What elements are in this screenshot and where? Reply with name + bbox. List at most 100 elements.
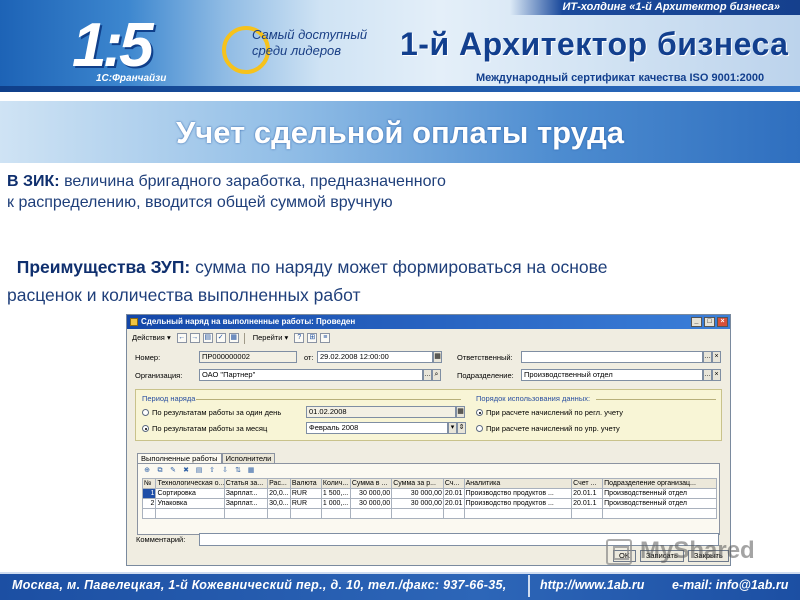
- works-table: № Технологическая о... Статья за... Рас.…: [141, 478, 717, 519]
- responsible-clear-icon[interactable]: ×: [712, 351, 721, 363]
- month-dropdown-icon[interactable]: ▾: [448, 422, 457, 434]
- day-calendar-icon[interactable]: ▦: [456, 406, 465, 418]
- minimize-button[interactable]: _: [691, 317, 702, 327]
- window-title: Сдельный наряд на выполненные работы: Пр…: [141, 317, 356, 326]
- sort-icon[interactable]: ⇅: [233, 466, 243, 475]
- calendar-icon[interactable]: ▦: [433, 351, 442, 363]
- franchise-label: 1С:Франчайзи: [96, 73, 167, 84]
- zup-text: сумма по наряду может формироваться на о…: [190, 257, 608, 277]
- watermark: MyShared: [606, 535, 766, 571]
- document-icon: [130, 318, 138, 326]
- col-header[interactable]: Счет ...: [571, 478, 604, 489]
- period-day-radio[interactable]: [142, 409, 149, 416]
- col-header[interactable]: Статья за...: [223, 478, 269, 489]
- add-row-icon[interactable]: ⊕: [142, 466, 152, 475]
- col-header[interactable]: Рас...: [267, 478, 291, 489]
- org-select-icon[interactable]: …: [423, 369, 432, 381]
- delete-row-icon[interactable]: ✖: [181, 466, 191, 475]
- period-month-field[interactable]: Февраль 2008: [306, 422, 448, 434]
- table-row[interactable]: 2 Упаковка Зарплат... 30,0... RUR 1 000,…: [141, 498, 717, 509]
- month-spin-icon[interactable]: ⇕: [457, 422, 466, 434]
- toolbar-separator: [243, 332, 245, 344]
- cell: RUR: [289, 488, 322, 499]
- company-logo: 1:5: [72, 14, 270, 78]
- usage-group-line: [596, 399, 716, 400]
- period-day-field[interactable]: 01.02.2008: [306, 406, 456, 418]
- col-header[interactable]: Аналитика: [463, 478, 573, 489]
- cell: 30 000,00: [349, 498, 393, 509]
- forward-icon[interactable]: →: [189, 333, 200, 343]
- responsible-field[interactable]: [521, 351, 703, 363]
- cell: Зарплат...: [223, 488, 269, 499]
- cell: 30,0...: [267, 498, 291, 509]
- dept-select-icon[interactable]: …: [703, 369, 712, 381]
- org-field[interactable]: ОАО "Партнер": [199, 369, 423, 381]
- watermark-text: MyShared: [640, 537, 755, 564]
- help-icon[interactable]: ?: [294, 333, 305, 343]
- footer-divider: [0, 572, 800, 574]
- col-header[interactable]: Подразделение организац...: [602, 478, 717, 489]
- copy-row-icon[interactable]: ⧉: [155, 466, 165, 475]
- goto-menu[interactable]: Перейти ▾: [250, 332, 292, 344]
- window-toolbar: Действия ▾ ← → ▤ ✓ ▦ Перейти ▾ ? ⊞ ≡: [129, 331, 728, 345]
- col-header[interactable]: Валюта: [289, 478, 322, 489]
- edit-row-icon[interactable]: ✎: [168, 466, 178, 475]
- completed-works-panel: ⊕ ⧉ ✎ ✖ ▤ ⇧ ⇩ ⇅ ▦ № Технологическая о...…: [137, 463, 720, 535]
- table-row-empty[interactable]: [141, 508, 717, 519]
- cell: 30 000,00: [349, 488, 393, 499]
- org-search-icon[interactable]: ⌕: [432, 369, 441, 381]
- close-window-button[interactable]: ×: [717, 317, 728, 327]
- usage-upr-radio[interactable]: [476, 425, 483, 432]
- responsible-select-icon[interactable]: …: [703, 351, 712, 363]
- org-label: Организация:: [135, 371, 183, 380]
- move-down-icon[interactable]: ⇩: [220, 466, 230, 475]
- cell: 20.01: [442, 488, 465, 499]
- cell: Упаковка: [155, 498, 225, 509]
- col-header[interactable]: Сумма за р...: [391, 478, 444, 489]
- usage-regl-label: При расчете начислений по регл. учету: [486, 408, 624, 417]
- responsible-label: Ответственный:: [457, 353, 513, 362]
- move-up-icon[interactable]: ⇧: [207, 466, 217, 475]
- dept-clear-icon[interactable]: ×: [712, 369, 721, 381]
- certificate-text: Международный сертификат качества ISO 90…: [476, 72, 765, 84]
- back-icon[interactable]: ←: [176, 333, 187, 343]
- footer-website-link[interactable]: http://www.1ab.ru: [540, 578, 644, 592]
- period-day-label: По результатам работы за один день: [152, 408, 282, 417]
- window-title-bar[interactable]: Сдельный наряд на выполненные работы: Пр…: [127, 315, 730, 329]
- report-icon[interactable]: ≡: [320, 333, 331, 343]
- zik-text: величина бригадного заработка, предназна…: [59, 173, 446, 190]
- col-header[interactable]: №: [141, 478, 157, 489]
- slide: ИТ-холдинг «1-й Архитектор бизнеса» 1:5 …: [0, 0, 800, 600]
- maximize-button[interactable]: □: [704, 317, 715, 327]
- zik-label: В ЗИК:: [7, 173, 60, 190]
- col-header[interactable]: Сч...: [442, 478, 465, 489]
- dept-label: Подразделение:: [457, 371, 514, 380]
- period-group-title: Период наряда: [142, 394, 196, 403]
- fill-icon[interactable]: ▤: [194, 466, 204, 475]
- period-month-radio[interactable]: [142, 425, 149, 432]
- slogan: Самый доступный среди лидеров: [252, 27, 367, 59]
- footer-email-link[interactable]: e-mail: info@1ab.ru: [672, 578, 788, 592]
- unpost-icon[interactable]: ▦: [228, 333, 239, 343]
- date-field[interactable]: 29.02.2008 12:00:00: [317, 351, 433, 363]
- actions-menu[interactable]: Действия ▾: [129, 332, 174, 344]
- dept-field[interactable]: Производственный отдел: [521, 369, 703, 381]
- col-header[interactable]: Колич...: [320, 478, 351, 489]
- select-icon[interactable]: ▦: [246, 466, 256, 475]
- usage-group-title: Порядок использования данных:: [476, 394, 591, 403]
- col-header[interactable]: Технологическая о...: [155, 478, 225, 489]
- print-icon[interactable]: ▤: [202, 333, 213, 343]
- holding-name: ИТ-холдинг «1-й Архитектор бизнеса»: [562, 1, 780, 13]
- cell: 20.01.1: [571, 498, 604, 509]
- footer-address: Москва, м. Павелецкая, 1-й Кожевнический…: [12, 578, 507, 592]
- header-divider: [0, 86, 800, 92]
- zup-label: Преимущества ЗУП:: [16, 257, 191, 277]
- usage-regl-radio[interactable]: [476, 409, 483, 416]
- table-row[interactable]: 1 Сортировка Зарплат... 20,0... RUR 1 50…: [141, 488, 717, 499]
- structure-icon[interactable]: ⊞: [307, 333, 318, 343]
- number-field[interactable]: ПР000000002: [199, 351, 297, 363]
- header-top-bar: ИТ-холдинг «1-й Архитектор бизнеса»: [510, 0, 800, 15]
- post-icon[interactable]: ✓: [215, 333, 226, 343]
- cell: 30 000,00: [391, 498, 444, 509]
- col-header[interactable]: Сумма в ...: [349, 478, 393, 489]
